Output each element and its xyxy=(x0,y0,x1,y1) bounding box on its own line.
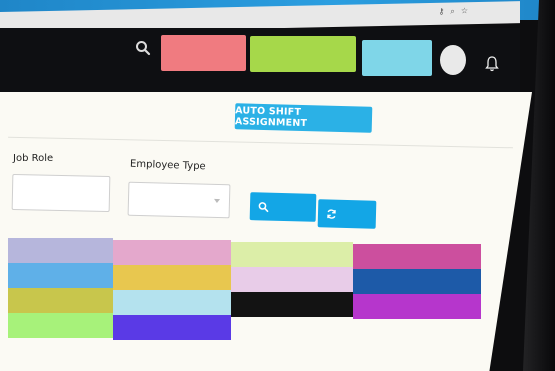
refresh-icon xyxy=(327,208,336,219)
laptop-bezel xyxy=(523,0,555,371)
color-block xyxy=(8,313,113,338)
color-block xyxy=(113,290,231,315)
color-block xyxy=(8,288,113,313)
header-block-green[interactable] xyxy=(250,36,356,72)
chevron-down-icon xyxy=(213,198,221,204)
color-block xyxy=(353,269,481,294)
bell-icon[interactable] xyxy=(485,56,499,72)
search-button[interactable] xyxy=(249,192,317,222)
color-block xyxy=(231,242,353,267)
auto-shift-assignment-button[interactable]: AUTO SHIFT ASSIGNMENT xyxy=(234,103,373,133)
header-block-cyan[interactable] xyxy=(362,40,432,76)
refresh-button[interactable] xyxy=(317,199,377,229)
key-icon[interactable]: ⚷ xyxy=(438,7,444,17)
color-block xyxy=(113,315,231,340)
color-block xyxy=(8,263,113,288)
color-block xyxy=(8,238,113,263)
search-icon[interactable] xyxy=(135,40,151,56)
zoom-icon[interactable]: ⌕ xyxy=(450,6,454,16)
color-block xyxy=(231,292,353,317)
color-grid xyxy=(8,238,483,358)
color-block xyxy=(113,265,231,290)
color-block xyxy=(353,294,481,319)
color-block xyxy=(353,244,481,269)
job-role-input[interactable] xyxy=(11,173,111,213)
color-block xyxy=(113,240,231,265)
header-block-red[interactable] xyxy=(161,35,246,71)
star-icon[interactable]: ☆ xyxy=(461,6,468,16)
employee-type-select[interactable] xyxy=(127,181,231,219)
avatar[interactable] xyxy=(440,45,466,75)
job-role-label: Job Role xyxy=(13,153,54,164)
color-block xyxy=(231,267,353,292)
search-icon xyxy=(258,201,269,212)
